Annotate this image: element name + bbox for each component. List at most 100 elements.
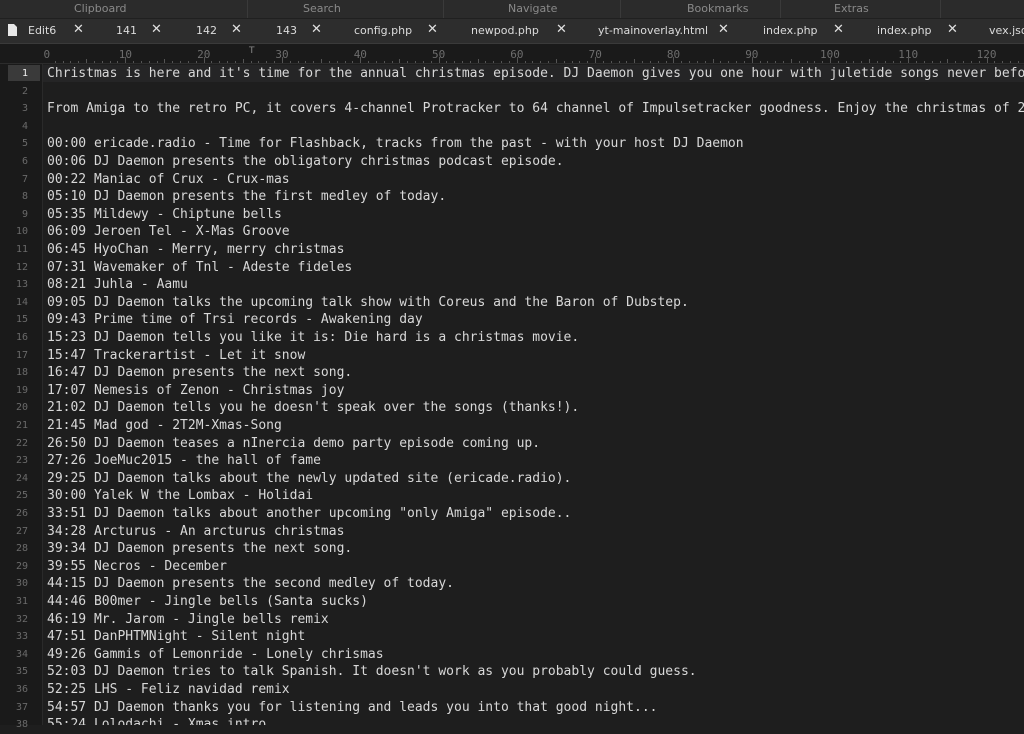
text-editor[interactable]: Christmas is here and it's time for the … bbox=[43, 64, 1024, 725]
tab-label: config.php bbox=[354, 24, 413, 37]
tab-label: index.php bbox=[877, 24, 932, 37]
ruler-tick bbox=[1002, 61, 1004, 63]
ruler-tick bbox=[587, 61, 589, 63]
tab-142[interactable]: 142 ✕ bbox=[175, 19, 255, 43]
code-line: 33:51 DJ Daemon talks about another upco… bbox=[47, 506, 572, 521]
tab-yt-mainoverlay-html[interactable]: yt-mainoverlay.html ✕ bbox=[577, 19, 739, 43]
line-number: 27 bbox=[15, 525, 28, 537]
document-tab-bar: Edit6 ✕ 141 ✕ 142 ✕ 143 ✕ config.php ✕ n… bbox=[0, 19, 1024, 44]
tab-label: 143 bbox=[276, 24, 297, 37]
ruler-tick bbox=[461, 61, 463, 63]
close-icon[interactable]: ✕ bbox=[718, 22, 729, 37]
line-number: 37 bbox=[15, 701, 28, 713]
line-number: 2 bbox=[21, 85, 28, 97]
ruler-tick bbox=[657, 61, 659, 63]
ribbon-separator bbox=[443, 0, 444, 18]
ruler-tick bbox=[524, 61, 526, 63]
line-number-gutter: 1 2 3 4 5 6 7 8 9 10 11 12 13 14 15 16 17 18 19 20 21 22 23 24 2… bbox=[0, 64, 43, 730]
line-number: 13 bbox=[15, 279, 28, 291]
tab-label: newpod.php bbox=[471, 24, 539, 37]
ruler-tick bbox=[931, 61, 933, 63]
ruler-tick bbox=[219, 61, 221, 63]
ruler-tick bbox=[156, 61, 158, 63]
ruler-tick bbox=[70, 61, 72, 63]
ruler-tick bbox=[438, 57, 440, 63]
tab-index-php-2[interactable]: index.php ✕ bbox=[853, 19, 967, 43]
line-number: 12 bbox=[15, 261, 28, 273]
ruler-tick bbox=[712, 59, 714, 63]
tab-vex-json[interactable]: vex.jso bbox=[967, 19, 1024, 43]
code-line: 39:34 DJ Daemon presents the next song. bbox=[47, 541, 353, 557]
code-line: 26:50 DJ Daemon teases a nInercia demo p… bbox=[47, 435, 541, 451]
ruler-tick bbox=[947, 59, 949, 63]
ruler-tick bbox=[407, 61, 409, 63]
close-icon[interactable]: ✕ bbox=[151, 22, 162, 37]
ruler-tick bbox=[454, 61, 456, 63]
document-icon bbox=[8, 24, 17, 36]
ruler-tick bbox=[555, 59, 557, 63]
tab-config-php[interactable]: config.php ✕ bbox=[335, 19, 447, 43]
code-line: 15:23 DJ Daemon tells you like it is: Di… bbox=[47, 330, 580, 345]
code-line: 17:07 Nemesis of Zenon - Christmas joy bbox=[47, 382, 345, 398]
ruler-tick bbox=[313, 61, 315, 63]
ruler-tick bbox=[759, 61, 761, 63]
line-number: 36 bbox=[15, 684, 28, 695]
ruler-tick bbox=[900, 61, 902, 63]
ruler-tick bbox=[696, 61, 698, 63]
ruler-tick bbox=[140, 61, 142, 63]
close-icon[interactable]: ✕ bbox=[427, 22, 438, 37]
line-number: 17 bbox=[15, 349, 28, 361]
ruler-tick bbox=[328, 61, 330, 63]
line-number: 14 bbox=[15, 296, 28, 308]
close-icon[interactable]: ✕ bbox=[833, 22, 844, 37]
ruler-tick bbox=[602, 61, 604, 63]
ruler-tick bbox=[837, 61, 839, 63]
tab-143[interactable]: 143 ✕ bbox=[255, 19, 335, 43]
ruler-tick bbox=[117, 61, 119, 63]
ruler-tick bbox=[548, 61, 550, 63]
ruler-tick bbox=[250, 61, 252, 63]
ruler-tick bbox=[516, 57, 518, 63]
ruler-tick bbox=[618, 61, 620, 63]
code-line: 09:43 Prime time of Trsi records - Awake… bbox=[47, 312, 423, 328]
ruler-tick bbox=[626, 61, 628, 63]
ruler-tick bbox=[634, 59, 636, 63]
close-icon[interactable]: ✕ bbox=[231, 22, 242, 37]
close-icon[interactable]: ✕ bbox=[947, 22, 958, 37]
line-number: 18 bbox=[15, 367, 28, 379]
line-number: 30 bbox=[15, 578, 28, 590]
close-icon[interactable]: ✕ bbox=[556, 22, 567, 37]
ruler-tick bbox=[368, 61, 370, 63]
tab-141[interactable]: 141 ✕ bbox=[95, 19, 175, 43]
code-line: 55:24 Lolodachi - Xmas intro bbox=[47, 717, 267, 725]
ruler-tick bbox=[508, 61, 510, 63]
tab-label: vex.jso bbox=[989, 24, 1024, 37]
close-icon[interactable]: ✕ bbox=[311, 22, 322, 37]
ruler-tick bbox=[994, 61, 996, 63]
line-number: 33 bbox=[15, 631, 28, 643]
ruler-tick bbox=[109, 61, 111, 63]
ruler-tick bbox=[211, 61, 213, 63]
code-line: 08:21 Juhla - Aamu bbox=[47, 277, 188, 293]
ribbon-group-bookmarks: Bookmarks bbox=[687, 2, 749, 15]
code-line: 21:02 DJ Daemon tells you he doesn't spe… bbox=[47, 400, 580, 416]
column-ruler: T 0 10 20 30 40 50 60 70 80 90 100 110 120 bbox=[0, 44, 1024, 64]
ruler-tick bbox=[227, 61, 229, 63]
tab-label: 141 bbox=[116, 24, 137, 37]
ruler-tick bbox=[540, 61, 542, 63]
tab-index-php[interactable]: index.php ✕ bbox=[739, 19, 853, 43]
tab-newpod-php[interactable]: newpod.php ✕ bbox=[447, 19, 577, 43]
ruler-tick bbox=[485, 61, 487, 63]
ruler-tick bbox=[78, 61, 80, 63]
ruler-tick bbox=[939, 61, 941, 63]
code-line: 44:46 B00mer - Jingle bells (Santa sucks… bbox=[47, 594, 368, 609]
ruler-tick bbox=[892, 61, 894, 63]
tab-edit6[interactable]: Edit6 ✕ bbox=[0, 19, 95, 43]
ruler-tick bbox=[391, 61, 393, 63]
ruler-tick bbox=[923, 61, 925, 63]
line-number: 24 bbox=[15, 472, 28, 484]
line-number: 22 bbox=[15, 437, 28, 449]
ruler-tick bbox=[93, 61, 95, 63]
close-icon[interactable]: ✕ bbox=[73, 22, 84, 37]
tab-label: yt-mainoverlay.html bbox=[598, 24, 709, 37]
